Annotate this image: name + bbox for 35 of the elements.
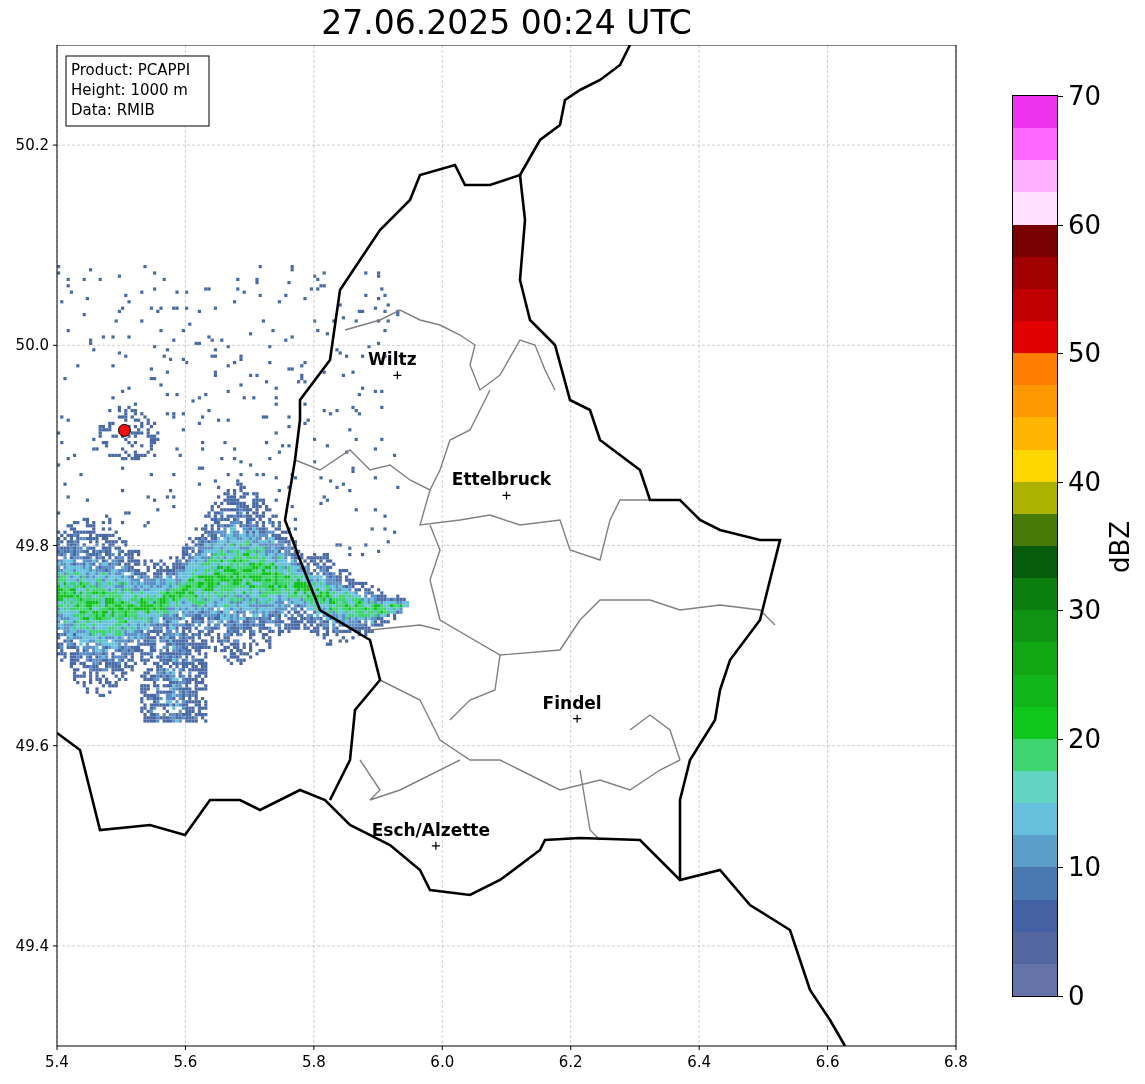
x-tick-label: 5.8 <box>301 1053 326 1071</box>
colorbar-tick-label: 0 <box>1068 981 1085 1011</box>
x-tick-label: 6.6 <box>815 1053 840 1071</box>
y-tick-label: 49.6 <box>15 736 49 755</box>
x-tick-label: 6.0 <box>430 1053 455 1071</box>
colorbar-tick-label: 30 <box>1068 595 1102 626</box>
colorbar-tick-label: 50 <box>1068 338 1102 369</box>
cross-marker-icon <box>392 370 402 380</box>
colorbar-tick-label: 20 <box>1068 723 1102 754</box>
info-text: Product: PCAPPI <box>71 61 191 79</box>
x-tick-label: 6.2 <box>558 1053 583 1071</box>
x-tick-label: 5.4 <box>45 1053 69 1071</box>
colorbar-tick-label: 40 <box>1068 466 1102 497</box>
radar-site-marker <box>117 423 131 437</box>
city-label: Findel <box>542 692 602 713</box>
y-tick-label: 49.4 <box>15 936 49 955</box>
city-label: Ettelbruck <box>451 469 552 490</box>
colorbar-tick-label: 70 <box>1068 81 1102 111</box>
chart-title: 27.06.2025 00:24 UTC <box>321 2 692 43</box>
city-label: Esch/Alzette <box>371 819 490 840</box>
x-tick-label: 5.6 <box>173 1053 198 1071</box>
cross-marker-icon <box>572 714 582 724</box>
y-tick-label: 50.2 <box>15 136 49 155</box>
y-tick-label: 50.0 <box>15 336 49 355</box>
colorbar-label: dBZ <box>1105 520 1135 574</box>
colorbar-tick-label: 60 <box>1068 209 1102 240</box>
x-tick-label: 6.8 <box>944 1053 968 1071</box>
info-text: Height: 1000 m <box>71 81 188 99</box>
colorbar-tick-label: 10 <box>1068 852 1102 883</box>
cross-marker-icon <box>501 490 512 501</box>
y-tick-label: 49.8 <box>15 536 49 555</box>
city-label: Wiltz <box>368 349 417 370</box>
info-text: Data: RMIB <box>71 101 155 119</box>
x-tick-label: 6.4 <box>687 1053 712 1071</box>
cross-marker-icon <box>431 841 441 851</box>
